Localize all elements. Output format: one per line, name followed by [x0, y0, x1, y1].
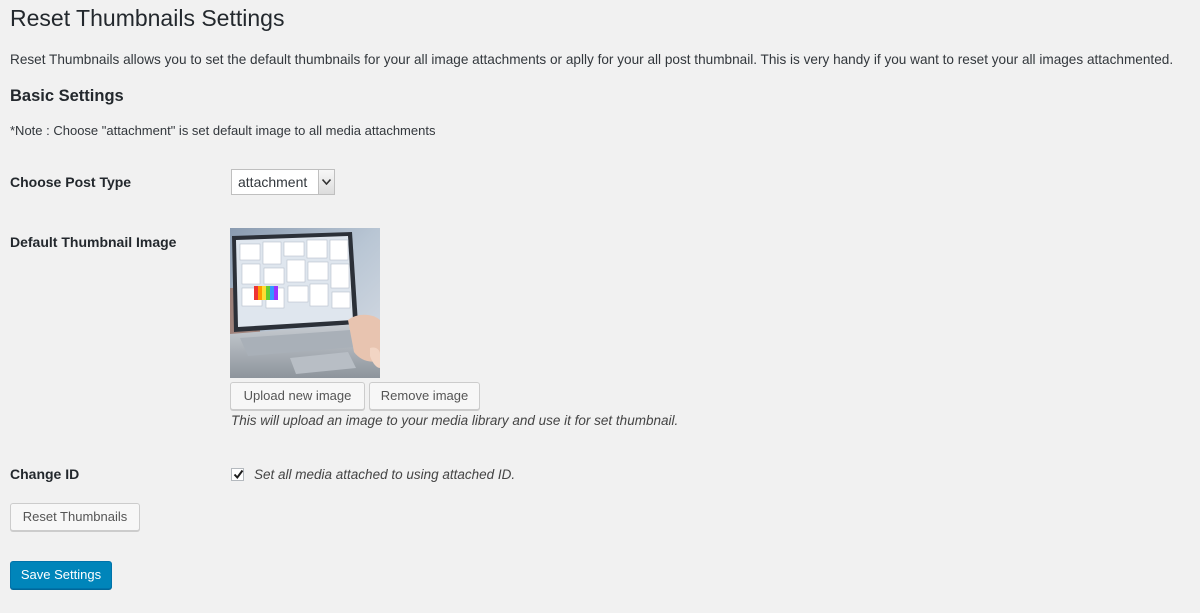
upload-image-button[interactable]: Upload new image: [230, 382, 365, 410]
settings-page: Reset Thumbnails Settings Reset Thumbnai…: [0, 0, 1200, 613]
save-settings-button[interactable]: Save Settings: [10, 561, 112, 589]
change-id-checkbox-label[interactable]: Set all media attached to using attached…: [254, 466, 515, 483]
section-title-basic-settings: Basic Settings: [10, 87, 124, 105]
post-type-label: Choose Post Type: [10, 174, 132, 190]
remove-image-button[interactable]: Remove image: [369, 382, 480, 410]
intro-text: Reset Thumbnails allows you to set the d…: [10, 52, 1174, 67]
upload-help-text: This will upload an image to your media …: [231, 413, 679, 428]
change-id-checkbox[interactable]: [231, 468, 244, 481]
reset-thumbnails-button[interactable]: Reset Thumbnails: [10, 503, 140, 531]
chevron-down-icon[interactable]: [318, 170, 334, 194]
thumbnail-preview-image: [230, 228, 380, 378]
page-title: Reset Thumbnails Settings: [10, 5, 285, 31]
change-id-label: Change ID: [10, 466, 80, 482]
thumbnail-label: Default Thumbnail Image: [10, 234, 177, 250]
post-type-select[interactable]: attachment: [231, 169, 335, 195]
post-type-select-value: attachment: [238, 174, 308, 190]
checkmark-icon: [233, 469, 244, 480]
note-text: *Note : Choose "attachment" is set defau…: [10, 123, 436, 138]
